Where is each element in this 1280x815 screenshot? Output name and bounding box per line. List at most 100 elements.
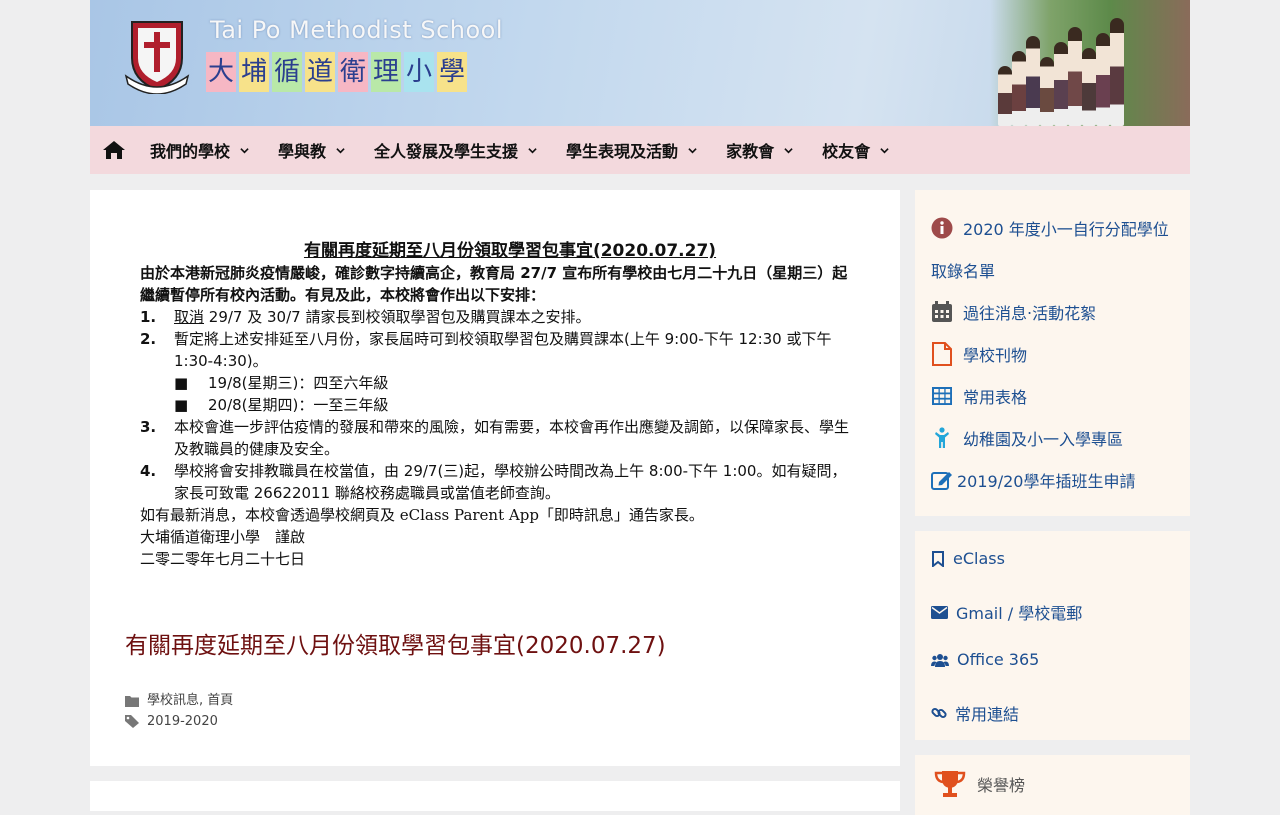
site-header: Tai Po Methodist School 大埔循道衛理小學 — [90, 0, 1190, 126]
link-label: 常用表格 — [963, 388, 1028, 407]
notice-content: 有關再度延期至八月份領取學習包事宜(2020.07.27) 由於本港新冠肺炎疫情… — [140, 240, 860, 570]
notice-date: 二零二零年七月二十七日 — [140, 550, 306, 568]
nav-item-label: 家教會 — [726, 142, 775, 161]
school-name-english: Tai Po Methodist School — [210, 16, 504, 44]
envelope-icon — [931, 605, 948, 619]
notice-title: 有關再度延期至八月份領取學習包事宜(2020.07.27) — [303, 241, 717, 261]
chevron-down-icon — [880, 147, 889, 153]
nav-item-3[interactable]: 全人發展及學生支援 — [374, 138, 537, 162]
school-crest-logo[interactable] — [124, 18, 190, 94]
link-label: eClass — [953, 549, 1005, 568]
link-label: 取錄名單 — [931, 262, 996, 281]
notice-item-3: 3. 本校會進一步評估疫情的發展和帶來的風險，如有需要，本校會再作出應變及調節，… — [140, 416, 860, 460]
student-figure — [1096, 33, 1110, 126]
sidebar-honor: 榮譽榜 — [915, 755, 1190, 815]
next-post-card — [90, 781, 900, 811]
student-figure — [1054, 42, 1068, 126]
sidebar-link-transfer-application[interactable]: 2019/20學年插班生申請 — [931, 468, 1135, 492]
item-text: 學校將會安排教職員在校當值，由 29/7(三)起，學校辦公時間改為上午 8:00… — [174, 462, 847, 502]
chevron-down-icon — [240, 147, 249, 153]
cancel-text: 取消 — [174, 308, 205, 326]
nav-item-label: 我們的學校 — [150, 142, 231, 161]
honor-heading[interactable]: 榮譽榜 — [933, 769, 1025, 799]
link-label: 常用連結 — [955, 705, 1020, 724]
nav-item-2[interactable]: 學與教 — [278, 138, 345, 162]
item-text: 本校會進一步評估疫情的發展和帶來的風險，如有需要，本校會再作出應變及調節，以保障… — [174, 418, 850, 458]
sidebar-link-admission[interactable]: 幼稚園及小一入學專區 — [931, 426, 1123, 450]
post-card: 有關再度延期至八月份領取學習包事宜(2020.07.27) 由於本港新冠肺炎疫情… — [90, 190, 900, 766]
sidebar-link-past-news[interactable]: 過往消息‧活動花絮 — [931, 300, 1096, 324]
chevron-down-icon — [336, 147, 345, 153]
student-figure — [1068, 27, 1082, 126]
notice-subitem-2: ■ 20/8(星期四)：一至三年級 — [140, 394, 860, 416]
child-icon — [935, 427, 949, 448]
calendar-icon — [932, 301, 952, 322]
sidebar-link-p1-allocation-cont[interactable]: 取錄名單 — [931, 258, 995, 282]
main-nav: 我們的學校 學與教 全人發展及學生支援 學生表現及活動 家教會 校友會 — [90, 126, 1190, 174]
link-label: 幼稚園及小一入學專區 — [963, 430, 1124, 449]
info-icon — [931, 217, 953, 239]
home-icon[interactable] — [102, 139, 126, 161]
post-categories: 學校訊息, 首頁 — [125, 690, 233, 711]
item-number: 3. — [140, 418, 157, 436]
link-icon — [931, 707, 947, 719]
subitem-text: 19/8(星期三)：四至六年級 — [208, 374, 389, 392]
school-name-char: 埔 — [239, 52, 269, 92]
post-meta: 學校訊息, 首頁 2019-2020 — [125, 690, 233, 732]
subitem-text: 20/8(星期四)：一至三年級 — [208, 396, 389, 414]
notice-footer-update: 如有最新消息，本校會透過學校網頁及 eClass Parent App「即時訊息… — [140, 506, 704, 524]
chevron-down-icon — [528, 147, 537, 153]
nav-item-label: 全人發展及學生支援 — [374, 142, 519, 161]
honor-label: 榮譽榜 — [977, 776, 1026, 795]
school-name-char: 小 — [404, 52, 434, 92]
bookmark-icon — [932, 550, 944, 567]
school-name-char: 循 — [272, 52, 302, 92]
nav-item-4[interactable]: 學生表現及活動 — [566, 138, 697, 162]
sidebar-link-gmail[interactable]: Gmail / 學校電郵 — [931, 600, 1082, 624]
sidebar-link-eclass[interactable]: eClass — [931, 549, 1005, 568]
bullet: ■ — [174, 374, 189, 392]
table-icon — [932, 387, 952, 405]
notice-intro: 由於本港新冠肺炎疫情嚴峻，確診數字持續高企，教育局 27/7 宣布所有學校由七月… — [140, 264, 848, 304]
nav-item-1[interactable]: 我們的學校 — [150, 138, 249, 162]
users-icon — [931, 653, 949, 667]
school-name-char: 學 — [437, 52, 467, 92]
item-number: 4. — [140, 462, 157, 480]
student-figure — [998, 66, 1012, 126]
sidebar-link-forms[interactable]: 常用表格 — [931, 384, 1027, 408]
sidebar-link-publications[interactable]: 學校刊物 — [931, 342, 1027, 366]
student-figure — [1012, 51, 1026, 126]
categories-links[interactable]: 學校訊息, 首頁 — [147, 690, 233, 711]
sidebar-link-p1-allocation[interactable]: 2020 年度小一自行分配學位 — [931, 216, 1169, 240]
notice-item-2: 2. 暫定將上述安排延至八月份，家長屆時可到校領取學習包及購買課本(上午 9:0… — [140, 328, 860, 372]
notice-subitem-1: ■ 19/8(星期三)：四至六年級 — [140, 372, 860, 394]
bullet: ■ — [174, 396, 189, 414]
link-label: Gmail / 學校電郵 — [956, 604, 1083, 623]
item-text: 29/7 及 30/7 請家長到校領取學習包及購買課本之安排。 — [204, 308, 591, 326]
school-name-chinese: 大埔循道衛理小學 — [206, 52, 467, 92]
nav-item-label: 學與教 — [278, 142, 327, 161]
school-name-char: 理 — [371, 52, 401, 92]
link-label: 學校刊物 — [963, 346, 1028, 365]
notice-item-4: 4. 學校將會安排教職員在校當值，由 29/7(三)起，學校辦公時間改為上午 8… — [140, 460, 860, 504]
tag-link[interactable]: 2019-2020 — [147, 711, 218, 732]
tag-icon — [125, 715, 139, 728]
notice-signature: 大埔循道衛理小學 謹啟 — [140, 528, 306, 546]
trophy-icon — [934, 771, 966, 797]
student-figure — [1026, 36, 1040, 126]
sidebar-link-common-links[interactable]: 常用連結 — [931, 701, 1019, 725]
nav-item-6[interactable]: 校友會 — [822, 138, 889, 162]
school-name-char: 衛 — [338, 52, 368, 92]
link-label: Office 365 — [957, 650, 1040, 669]
chevron-down-icon — [784, 147, 793, 153]
link-label: 過往消息‧活動花絮 — [963, 304, 1097, 323]
sidebar-link-office365[interactable]: Office 365 — [931, 650, 1039, 669]
item-number: 1. — [140, 308, 157, 326]
nav-item-5[interactable]: 家教會 — [726, 138, 793, 162]
link-label: 2020 年度小一自行分配學位 — [963, 220, 1169, 239]
school-name-char: 大 — [206, 52, 236, 92]
sidebar-quick-links: 2020 年度小一自行分配學位 取錄名單 過往消息‧活動花絮 學校刊物 常用表格… — [915, 190, 1190, 516]
notice-item-1: 1. 取消 29/7 及 30/7 請家長到校領取學習包及購買課本之安排。 — [140, 306, 860, 328]
school-name-char: 道 — [305, 52, 335, 92]
post-title-link[interactable]: 有關再度延期至八月份領取學習包事宜(2020.07.27) — [125, 626, 666, 660]
